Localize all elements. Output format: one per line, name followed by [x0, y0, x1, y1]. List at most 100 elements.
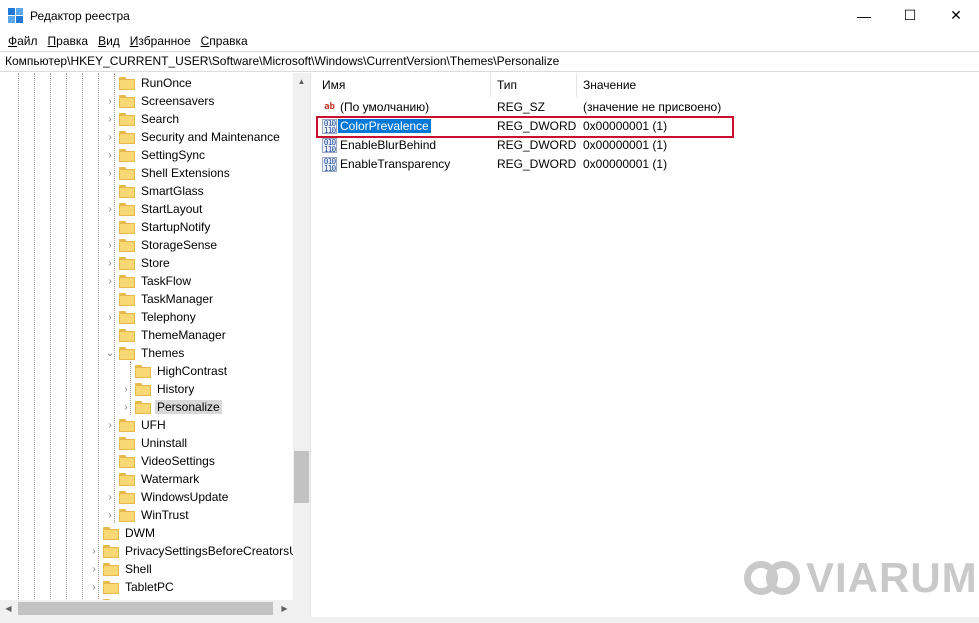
- tree-item[interactable]: › TabletPC: [88, 578, 176, 596]
- expand-chevron-icon[interactable]: ›: [104, 416, 116, 434]
- tree-item-label: Screensavers: [141, 94, 215, 108]
- tree-item-label: TabletPC: [125, 580, 174, 594]
- value-type: REG_SZ: [497, 100, 546, 114]
- expand-chevron-icon[interactable]: ›: [88, 542, 100, 560]
- scroll-thumb-horizontal[interactable]: [18, 602, 273, 615]
- expand-chevron-icon[interactable]: ›: [104, 488, 116, 506]
- menu-file[interactable]: Файл: [3, 34, 43, 48]
- expand-chevron-icon[interactable]: ›: [104, 236, 116, 254]
- folder-icon: [119, 472, 135, 486]
- value-row[interactable]: 010 110 ColorPrevalence REG_DWORD 0x00000001…: [316, 117, 979, 136]
- tree-item[interactable]: › Shell Extensions: [104, 164, 232, 182]
- tree-item[interactable]: › UFH: [104, 416, 168, 434]
- expand-chevron-icon[interactable]: ›: [104, 506, 116, 524]
- tree-item[interactable]: › Telephony: [104, 308, 198, 326]
- tree-item[interactable]: › Store: [104, 254, 172, 272]
- key-tree[interactable]: RunOnce › Screensavers › Search › Security and…: [0, 73, 310, 623]
- tree-item[interactable]: › Screensavers: [104, 92, 216, 110]
- tree-item-label: SmartGlass: [141, 184, 204, 198]
- tree-item[interactable]: › Security and Maintenance: [104, 128, 282, 146]
- tree-item[interactable]: ⌄ Themes: [104, 344, 186, 362]
- pane-splitter[interactable]: [310, 73, 315, 623]
- scroll-left-arrow-icon[interactable]: ◀: [0, 600, 17, 617]
- tree-item[interactable]: VideoSettings: [104, 452, 217, 470]
- expand-chevron-icon[interactable]: ›: [104, 146, 116, 164]
- expand-chevron-icon[interactable]: ›: [120, 398, 132, 416]
- expand-chevron-icon[interactable]: ›: [104, 110, 116, 128]
- expand-chevron-icon[interactable]: ›: [104, 200, 116, 218]
- scroll-right-arrow-icon[interactable]: ▶: [276, 600, 293, 617]
- tree-item[interactable]: › History: [120, 380, 196, 398]
- folder-icon: [119, 130, 135, 144]
- minimize-button[interactable]: —: [841, 0, 887, 31]
- menu-view[interactable]: Вид: [93, 34, 125, 48]
- expand-chevron-icon[interactable]: ›: [104, 92, 116, 110]
- menu-help[interactable]: Справка: [196, 34, 253, 48]
- tree-item[interactable]: Uninstall: [104, 434, 189, 452]
- expand-chevron-icon[interactable]: ›: [104, 254, 116, 272]
- value-row[interactable]: 010 110 EnableTransparency REG_DWORD 0x00000…: [316, 155, 979, 174]
- maximize-button[interactable]: ☐: [887, 0, 933, 31]
- menu-edit[interactable]: Правка: [43, 34, 94, 48]
- values-list[interactable]: Имя Тип Значение ab (По умолчанию) REG_SZ (…: [316, 73, 979, 623]
- column-header-name[interactable]: Имя: [316, 73, 491, 97]
- column-header-value[interactable]: Значение: [577, 73, 979, 97]
- tree-item[interactable]: › Search: [104, 110, 181, 128]
- tree-item[interactable]: ThemeManager: [104, 326, 228, 344]
- value-name-cell: (По умолчанию): [338, 98, 431, 117]
- tree-item[interactable]: StartupNotify: [104, 218, 212, 236]
- tree-item[interactable]: Watermark: [104, 470, 201, 488]
- tree-item[interactable]: RunOnce: [104, 74, 194, 92]
- expand-chevron-icon[interactable]: ›: [104, 128, 116, 146]
- value-data: 0x00000001 (1): [583, 138, 668, 152]
- tree-item[interactable]: › TaskFlow: [104, 272, 193, 290]
- tree-item[interactable]: › WindowsUpdate: [104, 488, 230, 506]
- value-data: 0x00000001 (1): [583, 157, 668, 171]
- tree-item-label: Watermark: [141, 472, 200, 486]
- folder-icon: [119, 454, 135, 468]
- tree-item[interactable]: › StorageSense: [104, 236, 219, 254]
- scroll-thumb[interactable]: [294, 451, 309, 503]
- expand-chevron-icon[interactable]: ›: [104, 272, 116, 290]
- column-header-type[interactable]: Тип: [491, 73, 577, 97]
- scroll-up-arrow-icon[interactable]: ▲: [293, 73, 310, 90]
- value-row[interactable]: 010 110 EnableBlurBehind REG_DWORD 0x0000000…: [316, 136, 979, 155]
- folder-icon: [119, 184, 135, 198]
- expand-chevron-icon[interactable]: ›: [88, 560, 100, 578]
- tree-item[interactable]: › SettingSync: [104, 146, 207, 164]
- tree-item[interactable]: TaskManager: [104, 290, 215, 308]
- tree-item[interactable]: › Personalize: [120, 398, 222, 416]
- value-name-cell: EnableTransparency: [338, 155, 452, 174]
- value-data: 0x00000001 (1): [583, 119, 668, 133]
- close-button[interactable]: ✕: [933, 0, 979, 31]
- menu-favorites[interactable]: Избранное: [125, 34, 196, 48]
- tree-item[interactable]: DWM: [88, 524, 157, 542]
- tree-item[interactable]: HighContrast: [120, 362, 229, 380]
- tree-horizontal-scrollbar[interactable]: ◀ ▶: [0, 600, 293, 617]
- expand-chevron-icon[interactable]: ›: [104, 164, 116, 182]
- value-type: REG_DWORD: [497, 119, 577, 133]
- tree-item-label: TaskFlow: [141, 274, 192, 288]
- tree-item[interactable]: SmartGlass: [104, 182, 206, 200]
- expand-chevron-icon[interactable]: ›: [104, 308, 116, 326]
- tree-item-label: WindowsUpdate: [141, 490, 229, 504]
- value-name-cell: ColorPrevalence: [338, 117, 431, 136]
- expand-chevron-icon[interactable]: ›: [88, 578, 100, 596]
- title-bar: Редактор реестра — ☐ ✕: [0, 0, 979, 31]
- folder-icon: [119, 148, 135, 162]
- folder-icon: [119, 418, 135, 432]
- tree-item[interactable]: › WinTrust: [104, 506, 191, 524]
- tree-item-label: Telephony: [141, 310, 196, 324]
- value-row[interactable]: ab (По умолчанию) REG_SZ (значение не присв…: [316, 98, 979, 117]
- folder-icon: [119, 328, 135, 342]
- address-bar[interactable]: Компьютер\HKEY_CURRENT_USER\Software\Mic…: [0, 51, 979, 72]
- folder-icon: [119, 436, 135, 450]
- tree-item[interactable]: › PrivacySettingsBeforeCreatorsUp: [88, 542, 306, 560]
- expand-chevron-icon[interactable]: ›: [120, 380, 132, 398]
- collapse-chevron-icon[interactable]: ⌄: [104, 344, 116, 362]
- tree-item-label: Uninstall: [141, 436, 188, 450]
- tree-vertical-scrollbar[interactable]: ▲: [293, 73, 310, 600]
- folder-icon: [119, 238, 135, 252]
- tree-item[interactable]: › Shell: [88, 560, 154, 578]
- tree-item[interactable]: › StartLayout: [104, 200, 204, 218]
